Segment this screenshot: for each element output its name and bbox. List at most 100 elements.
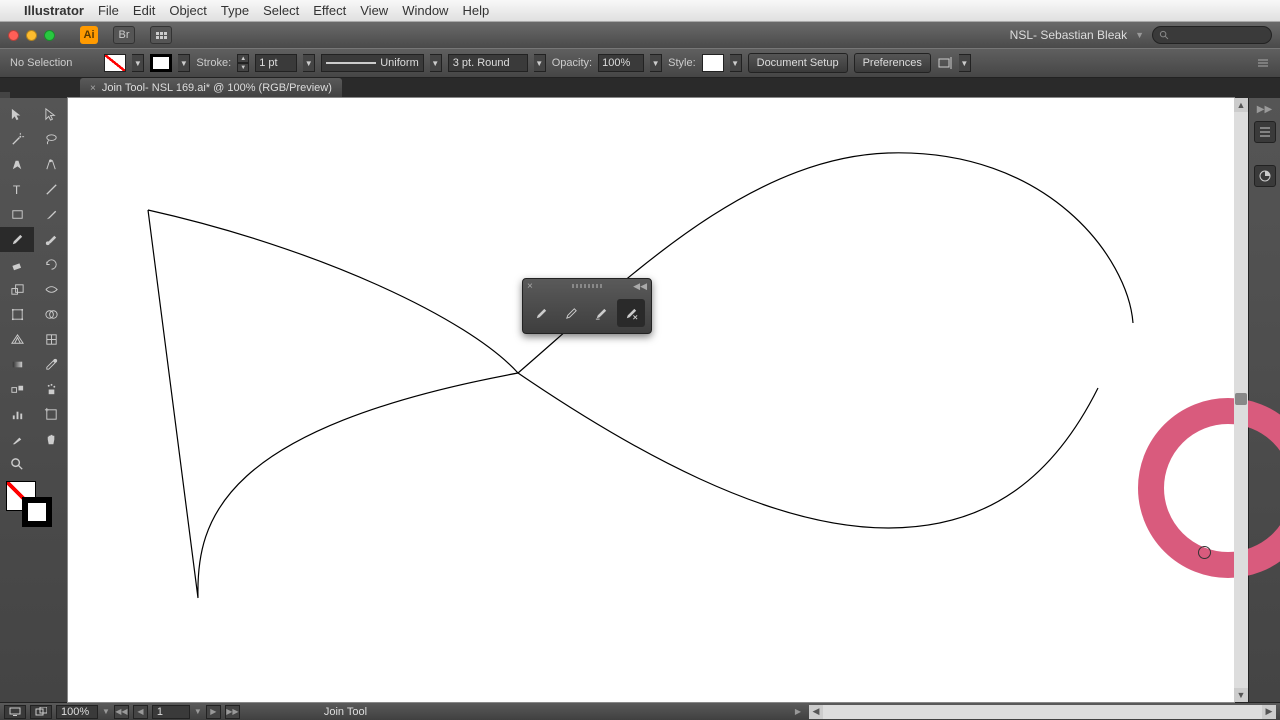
profile-dropdown[interactable]: ▼ bbox=[430, 54, 442, 72]
close-tab-icon[interactable]: × bbox=[90, 83, 96, 94]
panel-collapse-icon[interactable]: ◀◀ bbox=[633, 281, 647, 292]
menu-file[interactable]: File bbox=[98, 3, 119, 18]
horizontal-scrollbar[interactable]: ◀ ▶ bbox=[809, 705, 1276, 719]
opacity-dropdown[interactable]: ▼ bbox=[650, 54, 662, 72]
gradient-tool[interactable] bbox=[0, 352, 34, 377]
libraries-panel-icon[interactable] bbox=[1254, 121, 1276, 143]
fill-swatch[interactable] bbox=[104, 54, 126, 72]
panel-header[interactable]: × ◀◀ bbox=[523, 279, 651, 293]
app-menu[interactable]: Illustrator bbox=[24, 3, 84, 18]
preferences-button[interactable]: Preferences bbox=[854, 53, 931, 73]
first-artboard[interactable]: ◀◀ bbox=[114, 705, 129, 719]
mesh-tool[interactable] bbox=[34, 327, 68, 352]
shape-builder-tool[interactable] bbox=[34, 302, 68, 327]
width-tool[interactable] bbox=[34, 277, 68, 302]
menu-view[interactable]: View bbox=[360, 3, 388, 18]
arrange-documents-icon[interactable] bbox=[150, 26, 172, 44]
window-zoom[interactable] bbox=[44, 30, 55, 41]
selection-tool[interactable] bbox=[0, 102, 34, 127]
expand-panels-icon[interactable]: ▶▶ bbox=[1257, 104, 1272, 115]
smooth-subtool[interactable] bbox=[557, 299, 585, 327]
free-transform-tool[interactable] bbox=[0, 302, 34, 327]
scale-tool[interactable] bbox=[0, 277, 34, 302]
stroke-weight-dropdown[interactable]: ▼ bbox=[303, 54, 315, 72]
stroke-weight-steppers[interactable]: ▲▼ bbox=[237, 54, 249, 72]
lasso-tool[interactable] bbox=[34, 127, 68, 152]
vertical-scroll-thumb[interactable] bbox=[1235, 393, 1247, 405]
zoom-tool[interactable] bbox=[0, 452, 34, 477]
gpu-preview-icon[interactable] bbox=[4, 705, 26, 719]
pencil-tool-group-panel[interactable]: × ◀◀ bbox=[522, 278, 652, 334]
brush-definition[interactable]: 3 pt. Round bbox=[448, 54, 528, 72]
artboard-dropdown-caret[interactable]: ▼ bbox=[194, 707, 202, 716]
line-segment-tool[interactable] bbox=[34, 177, 68, 202]
stroke-dropdown[interactable]: ▼ bbox=[178, 54, 190, 72]
rectangle-tool[interactable] bbox=[0, 202, 34, 227]
blend-tool[interactable] bbox=[0, 377, 34, 402]
pen-tool[interactable] bbox=[0, 152, 34, 177]
artboard-number[interactable]: 1 bbox=[152, 705, 190, 719]
scroll-up-arrow[interactable]: ▲ bbox=[1234, 98, 1248, 112]
stroke-color-box[interactable] bbox=[22, 497, 52, 527]
direct-selection-tool[interactable] bbox=[34, 102, 68, 127]
graphic-style-swatch[interactable] bbox=[702, 54, 724, 72]
window-close[interactable] bbox=[8, 30, 19, 41]
vertical-scrollbar[interactable]: ▲ ▼ bbox=[1234, 98, 1248, 702]
perspective-grid-tool[interactable] bbox=[0, 327, 34, 352]
slice-tool[interactable] bbox=[0, 427, 34, 452]
help-search[interactable] bbox=[1152, 26, 1272, 44]
artboard-tool[interactable] bbox=[34, 402, 68, 427]
fill-stroke-indicator[interactable] bbox=[0, 477, 68, 527]
rotate-tool[interactable] bbox=[34, 252, 68, 277]
eyedropper-tool[interactable] bbox=[34, 352, 68, 377]
scroll-left-arrow[interactable]: ◀ bbox=[809, 705, 823, 719]
opacity-input[interactable] bbox=[598, 54, 644, 72]
last-artboard[interactable]: ▶▶ bbox=[225, 705, 240, 719]
document-tab[interactable]: × Join Tool- NSL 169.ai* @ 100% (RGB/Pre… bbox=[80, 78, 342, 98]
fill-dropdown[interactable]: ▼ bbox=[132, 54, 144, 72]
artboard[interactable] bbox=[68, 98, 1234, 702]
brush-dropdown[interactable]: ▼ bbox=[534, 54, 546, 72]
menu-effect[interactable]: Effect bbox=[313, 3, 346, 18]
document-setup-button[interactable]: Document Setup bbox=[748, 53, 848, 73]
align-dropdown[interactable]: ▼ bbox=[959, 54, 971, 72]
curvature-tool[interactable] bbox=[34, 152, 68, 177]
variable-width-profile[interactable]: Uniform bbox=[321, 54, 424, 72]
path-eraser-subtool[interactable] bbox=[587, 299, 615, 327]
menu-type[interactable]: Type bbox=[221, 3, 249, 18]
style-dropdown[interactable]: ▼ bbox=[730, 54, 742, 72]
stroke-swatch[interactable] bbox=[150, 54, 172, 72]
join-subtool[interactable] bbox=[617, 299, 645, 327]
align-to-icon[interactable] bbox=[937, 55, 953, 71]
menu-select[interactable]: Select bbox=[263, 3, 299, 18]
menu-help[interactable]: Help bbox=[462, 3, 489, 18]
workspace-name[interactable]: NSL- Sebastian Bleak bbox=[1010, 28, 1127, 42]
workspace-switcher-caret[interactable]: ▼ bbox=[1135, 30, 1144, 40]
column-graph-tool[interactable] bbox=[0, 402, 34, 427]
magic-wand-tool[interactable] bbox=[0, 127, 34, 152]
color-panel-icon[interactable] bbox=[1254, 165, 1276, 187]
menu-object[interactable]: Object bbox=[169, 3, 207, 18]
zoom-level[interactable]: 100% bbox=[56, 705, 98, 719]
next-artboard[interactable]: ▶ bbox=[206, 705, 221, 719]
scroll-right-arrow[interactable]: ▶ bbox=[1262, 705, 1276, 719]
artboard-nav-icon[interactable] bbox=[30, 705, 52, 719]
bridge-icon[interactable]: Br bbox=[113, 26, 135, 44]
pencil-subtool[interactable] bbox=[527, 299, 555, 327]
paintbrush-tool[interactable] bbox=[34, 202, 68, 227]
zoom-dropdown-caret[interactable]: ▼ bbox=[102, 707, 110, 716]
menu-window[interactable]: Window bbox=[402, 3, 448, 18]
status-menu-caret[interactable]: ▶ bbox=[795, 707, 801, 716]
stroke-weight-input[interactable] bbox=[255, 54, 297, 72]
prev-artboard[interactable]: ◀ bbox=[133, 705, 148, 719]
panel-menu-icon[interactable] bbox=[1256, 56, 1270, 70]
symbol-sprayer-tool[interactable] bbox=[34, 377, 68, 402]
hand-tool[interactable] bbox=[34, 427, 68, 452]
window-minimize[interactable] bbox=[26, 30, 37, 41]
blob-brush-tool[interactable] bbox=[34, 227, 68, 252]
menu-edit[interactable]: Edit bbox=[133, 3, 155, 18]
panel-close-icon[interactable]: × bbox=[527, 281, 533, 292]
eraser-tool[interactable] bbox=[0, 252, 34, 277]
scroll-down-arrow[interactable]: ▼ bbox=[1234, 688, 1248, 702]
type-tool[interactable]: T bbox=[0, 177, 34, 202]
